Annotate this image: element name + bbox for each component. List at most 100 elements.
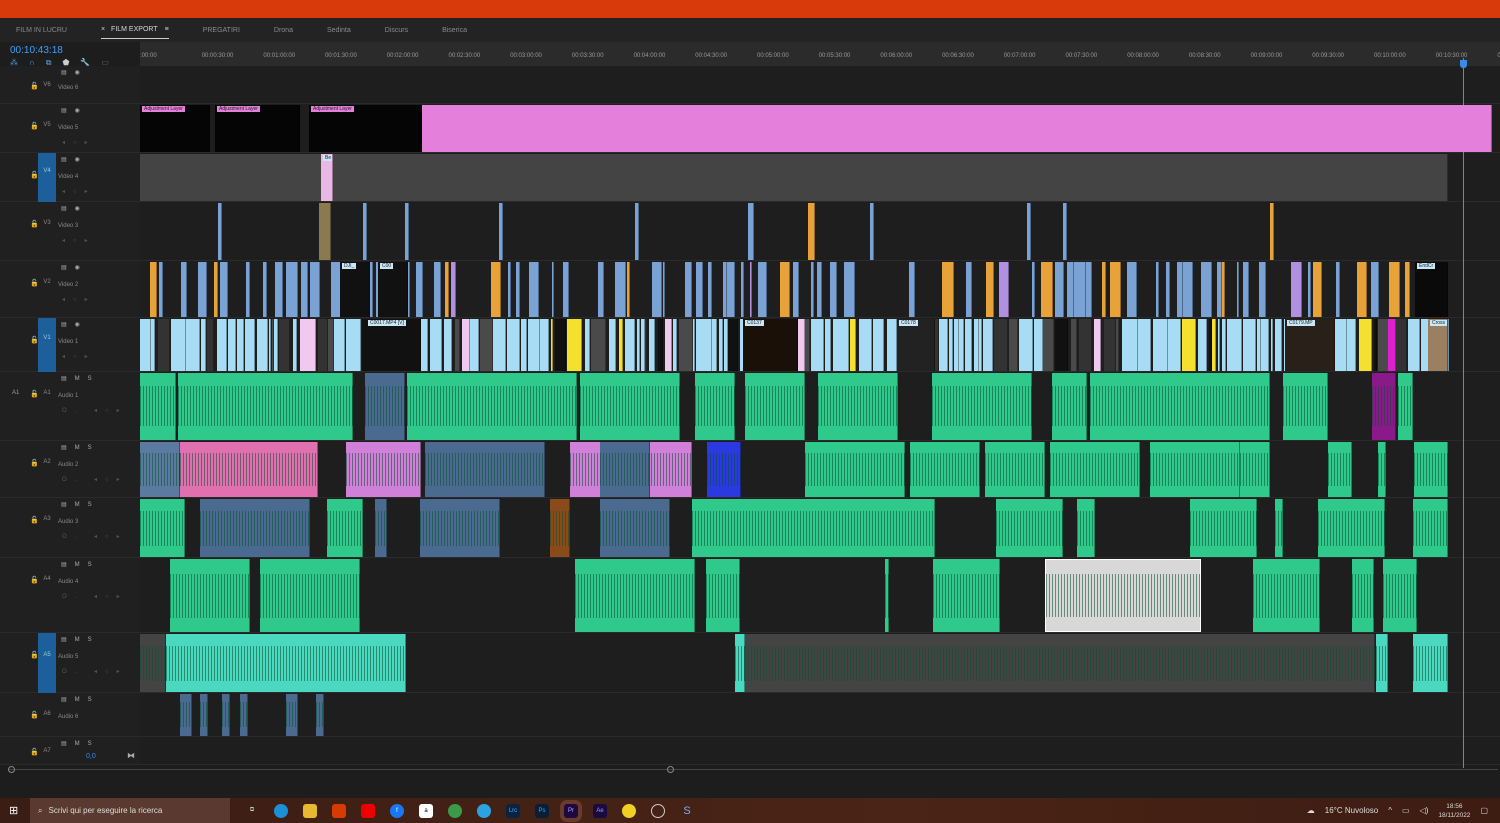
video-clip[interactable] bbox=[1200, 262, 1212, 317]
video-clip[interactable] bbox=[994, 319, 1009, 371]
video-clip[interactable] bbox=[974, 319, 979, 371]
audio-clip[interactable] bbox=[932, 373, 1032, 440]
adjustment-layer-clip[interactable] bbox=[422, 105, 1492, 152]
video-clip[interactable] bbox=[1177, 262, 1183, 317]
video-clip[interactable] bbox=[1217, 262, 1222, 317]
track-header-v4[interactable]: 🔓 V4 ▤◉ Video 4 ◂○▸ bbox=[0, 153, 140, 202]
video-clip[interactable] bbox=[218, 203, 222, 260]
keyframe-nav-icons[interactable]: ◂○▸ bbox=[62, 237, 96, 244]
audio-clip[interactable] bbox=[1328, 442, 1352, 497]
chrome-icon[interactable] bbox=[448, 803, 462, 818]
video-clip[interactable] bbox=[552, 262, 555, 317]
video-clip[interactable] bbox=[157, 319, 171, 371]
video-clip[interactable] bbox=[1009, 319, 1019, 371]
audio-clip[interactable] bbox=[550, 499, 570, 557]
video-clip[interactable] bbox=[245, 319, 256, 371]
video-clip[interactable] bbox=[1335, 262, 1341, 317]
audio-clip[interactable] bbox=[1372, 373, 1396, 440]
video-clip[interactable] bbox=[939, 319, 948, 371]
after-effects-icon[interactable]: Ae bbox=[593, 803, 607, 818]
video-clip[interactable] bbox=[220, 262, 228, 317]
video-clip[interactable] bbox=[317, 319, 328, 371]
audio-clip[interactable] bbox=[985, 442, 1045, 497]
video-clip[interactable] bbox=[171, 319, 186, 371]
video-clip[interactable] bbox=[618, 319, 624, 371]
audio-clip[interactable] bbox=[745, 634, 1375, 692]
mute-solo-icons[interactable]: ▤MS bbox=[61, 444, 100, 451]
track-header-v2[interactable]: 🔓 V2 ▤◉ Video 2 ◂○▸ bbox=[0, 261, 140, 318]
keyframe-nav-icons[interactable]: O. ◂○▸ bbox=[62, 593, 128, 600]
video-clip[interactable] bbox=[237, 319, 244, 371]
premiere-icon[interactable]: Pr bbox=[560, 799, 582, 822]
video-clip[interactable] bbox=[1034, 319, 1043, 371]
video-clip[interactable] bbox=[1358, 319, 1372, 371]
audio-clip[interactable] bbox=[735, 634, 745, 692]
video-clip[interactable] bbox=[550, 319, 554, 371]
video-clip[interactable] bbox=[1407, 319, 1421, 371]
tab-film-export[interactable]: × FILM EXPORT ≡ bbox=[100, 26, 169, 39]
video-clip[interactable] bbox=[1032, 262, 1035, 317]
video-clip[interactable] bbox=[1270, 203, 1274, 260]
audio-clip[interactable] bbox=[425, 442, 545, 497]
video-clip[interactable]: C0179.MP bbox=[1285, 319, 1335, 371]
video-clip[interactable] bbox=[983, 319, 993, 371]
track-target[interactable]: V1 bbox=[38, 318, 56, 372]
audio-clip[interactable] bbox=[745, 373, 805, 440]
video-clip[interactable] bbox=[641, 319, 645, 371]
video-clip[interactable] bbox=[158, 262, 163, 317]
keyframe-nav-icons[interactable]: O. ◂○▸ bbox=[62, 668, 128, 675]
toggle-sync-eye-icons[interactable]: ▤◉ bbox=[61, 156, 88, 163]
video-clip[interactable] bbox=[1152, 319, 1168, 371]
track-target[interactable]: A4 bbox=[38, 576, 56, 582]
audio-clip[interactable] bbox=[1376, 634, 1388, 692]
video-clip[interactable] bbox=[405, 203, 409, 260]
video-clip[interactable] bbox=[696, 319, 713, 371]
video-clip[interactable] bbox=[334, 319, 346, 371]
video-clip[interactable] bbox=[274, 319, 278, 371]
track-header-a5[interactable]: 🔓 A5 ▤MS Audio 5 O. ◂○▸ bbox=[0, 633, 140, 693]
mute-solo-icons[interactable]: ▤MS bbox=[61, 561, 100, 568]
video-clip[interactable] bbox=[1101, 262, 1106, 317]
video-clip[interactable] bbox=[1218, 319, 1221, 371]
track-header-a1[interactable]: A1 🔓 A1 ▤MS Audio 1 O. ◂○▸ bbox=[0, 372, 140, 441]
video-clip[interactable] bbox=[292, 319, 298, 371]
audio-clip[interactable] bbox=[407, 373, 577, 440]
toggle-sync-eye-icons[interactable]: ▤◉ bbox=[61, 69, 88, 76]
video-clip[interactable] bbox=[499, 203, 503, 260]
audio-clip[interactable] bbox=[166, 634, 406, 692]
keyframe-nav-icons[interactable]: ◂○▸ bbox=[62, 296, 96, 303]
audio-clip[interactable] bbox=[1378, 442, 1386, 497]
video-clip[interactable] bbox=[562, 262, 569, 317]
video-clip[interactable] bbox=[493, 319, 506, 371]
audio-clip[interactable] bbox=[327, 499, 363, 557]
taskbar-search[interactable]: ⌕ Scrivi qui per eseguire la ricerca bbox=[30, 798, 230, 823]
video-clip[interactable] bbox=[1086, 262, 1093, 317]
video-clip[interactable] bbox=[181, 262, 188, 317]
video-clip[interactable] bbox=[515, 262, 520, 317]
video-clip[interactable] bbox=[1243, 262, 1249, 317]
video-clip[interactable] bbox=[811, 203, 815, 260]
mute-solo-icons[interactable]: ▤MS bbox=[61, 636, 100, 643]
playhead-line[interactable] bbox=[1463, 58, 1464, 768]
tab-discurs[interactable]: Discurs bbox=[385, 27, 408, 34]
audio-clip[interactable] bbox=[1275, 499, 1283, 557]
video-clip[interactable] bbox=[844, 262, 856, 317]
audio-clip[interactable] bbox=[170, 559, 250, 632]
video-clip[interactable] bbox=[1237, 262, 1240, 317]
video-clip[interactable] bbox=[584, 319, 591, 371]
tab-film-in-lucru[interactable]: FILM IN LUCRU bbox=[16, 27, 67, 34]
video-clip[interactable] bbox=[1259, 262, 1266, 317]
video-clip[interactable] bbox=[849, 319, 856, 371]
audio-clip[interactable] bbox=[1414, 442, 1448, 497]
file-explorer-icon[interactable] bbox=[303, 803, 317, 818]
video-clip[interactable] bbox=[1070, 319, 1078, 371]
audio-clip[interactable] bbox=[286, 694, 298, 736]
video-clip[interactable] bbox=[1312, 262, 1323, 317]
video-clip[interactable] bbox=[450, 262, 456, 317]
playhead-handle[interactable] bbox=[1460, 60, 1467, 68]
track-lane-v6[interactable] bbox=[140, 66, 1500, 104]
toggle-sync-eye-icons[interactable]: ▤◉ bbox=[61, 264, 88, 271]
video-clip[interactable] bbox=[540, 319, 550, 371]
audio-clip[interactable] bbox=[910, 442, 980, 497]
video-clip[interactable] bbox=[319, 203, 331, 260]
